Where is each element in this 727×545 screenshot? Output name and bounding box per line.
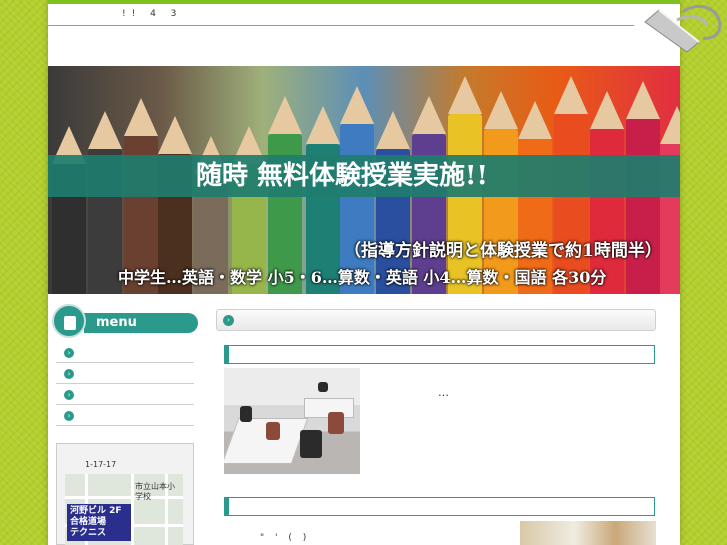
building-line: テクニス [70, 528, 107, 538]
menu-header: menu [52, 304, 198, 338]
sidebar-item[interactable]: › [56, 405, 194, 426]
chevron-right-icon: › [64, 369, 74, 379]
map-address: 1-17-17 [85, 460, 117, 469]
chair [266, 422, 280, 440]
page-container: !! 4 3 随時 無料体験授業実施!! （指導方針説明と体験授業で約1時間半）… [48, 0, 680, 545]
binder-clip-icon [644, 4, 722, 53]
top-accent-line [48, 0, 680, 4]
pencil-graphic [626, 81, 660, 294]
breadcrumb: › [216, 309, 656, 331]
menu-title: menu [84, 313, 198, 333]
section-heading [224, 345, 655, 364]
access-map[interactable]: 市立山本小学校 河野ビル 2F 合格道場 テクニス [65, 474, 183, 545]
map-road [131, 474, 134, 545]
bookshelf-photo [520, 521, 656, 545]
map-building-label: 河野ビル 2F 合格道場 テクニス [67, 504, 131, 541]
sidebar-item[interactable]: › [56, 342, 194, 363]
section-heading [224, 497, 655, 516]
header-rule [48, 25, 634, 26]
building-line: 合格道場 [70, 517, 107, 527]
chevron-right-icon: › [64, 411, 74, 421]
bag-icon [52, 304, 86, 338]
banner-subline-2: 中学生…英語・数学 小5・6…算数・英語 小4…算数・国語 各30分 [118, 268, 607, 287]
chair [328, 412, 344, 434]
chair [240, 406, 252, 422]
chevron-right-icon: › [64, 348, 74, 358]
monitor [318, 382, 328, 392]
chevron-right-icon: › [64, 390, 74, 400]
chevron-right-icon: › [223, 315, 234, 326]
chair [300, 430, 322, 458]
access-map-box: 1-17-17 市立山本小学校 河野ビル 2F 合格道場 テクニス [56, 443, 194, 545]
hero-banner: 随時 無料体験授業実施!! （指導方針説明と体験授業で約1時間半） 中学生…英語… [48, 66, 680, 294]
sidebar-menu: › › › › [56, 342, 194, 426]
section-text: " ' ( ) [260, 533, 311, 543]
banner-subline-1: （指導方針説明と体験授業で約1時間半） [344, 241, 662, 261]
intro-text: … [438, 386, 449, 399]
building-line: 河野ビル 2F [70, 506, 122, 516]
banner-headline: 随時 無料体験授業実施!! [48, 155, 680, 197]
classroom-photo [224, 368, 360, 474]
sidebar-item[interactable]: › [56, 363, 194, 384]
header-top-text: !! 4 3 [122, 9, 183, 19]
map-school-label: 市立山本小学校 [135, 482, 175, 501]
sidebar-item[interactable]: › [56, 384, 194, 405]
